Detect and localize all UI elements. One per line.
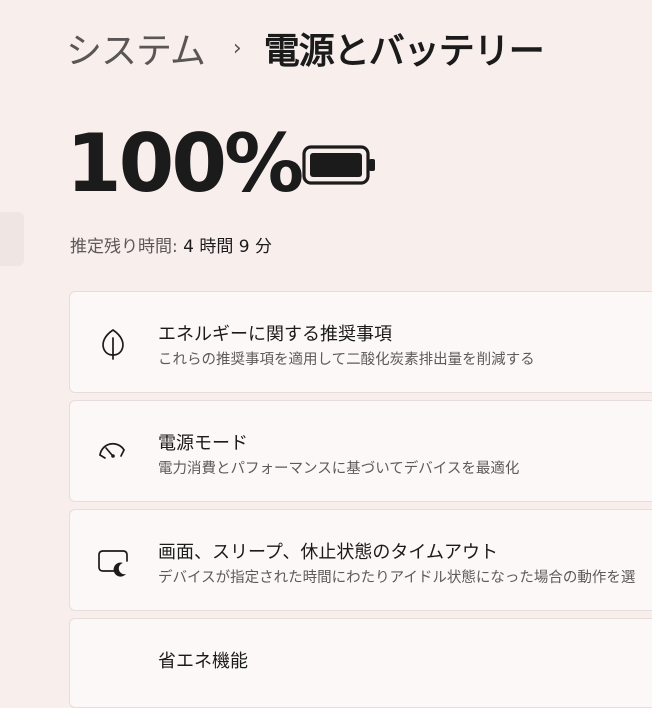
screen-sleep-card[interactable]: 画面、スリープ、休止状態のタイムアウト デバイスが指定された時間にわたりアイドル… bbox=[69, 509, 652, 611]
breadcrumb-parent-link[interactable]: システム bbox=[66, 22, 206, 74]
card-subtitle: 電力消費とパフォーマンスに基づいてデバイスを最適化 bbox=[158, 461, 520, 477]
battery-fill bbox=[310, 153, 362, 177]
card-title: 画面、スリープ、休止状態のタイムアウト bbox=[158, 542, 499, 563]
energy-saver-card[interactable]: 省エネ機能 bbox=[69, 618, 652, 708]
remaining-time-label: 推定残り時間: bbox=[70, 237, 178, 257]
chevron-right-icon: › bbox=[232, 35, 242, 61]
gauge-icon bbox=[99, 442, 125, 459]
leaf-icon bbox=[102, 329, 124, 360]
sidebar-selected-item[interactable] bbox=[0, 212, 24, 266]
page-title: 電源とバッテリー bbox=[263, 31, 545, 72]
card-subtitle: これらの推奨事項を適用して二酸化炭素排出量を削減する bbox=[158, 352, 535, 368]
screen-sleep-icon bbox=[98, 550, 128, 577]
remaining-time-value: 4 時間 9 分 bbox=[183, 237, 272, 257]
battery-percentage: 100% bbox=[66, 117, 304, 210]
card-title: 電源モード bbox=[158, 433, 248, 454]
card-title: エネルギーに関する推奨事項 bbox=[158, 324, 392, 345]
power-mode-card[interactable]: 電源モード 電力消費とパフォーマンスに基づいてデバイスを最適化 bbox=[69, 400, 652, 502]
battery-full-icon bbox=[302, 145, 375, 185]
remaining-time: 推定残り時間: 4 時間 9 分 bbox=[70, 232, 272, 257]
card-subtitle: デバイスが指定された時間にわたりアイドル状態になった場合の動作を選 bbox=[158, 570, 636, 586]
breadcrumb: システム › 電源とバッテリー bbox=[66, 22, 545, 74]
card-title: 省エネ機能 bbox=[158, 651, 248, 672]
energy-recommendations-card[interactable]: エネルギーに関する推奨事項 これらの推奨事項を適用して二酸化炭素排出量を削減する bbox=[69, 291, 652, 393]
